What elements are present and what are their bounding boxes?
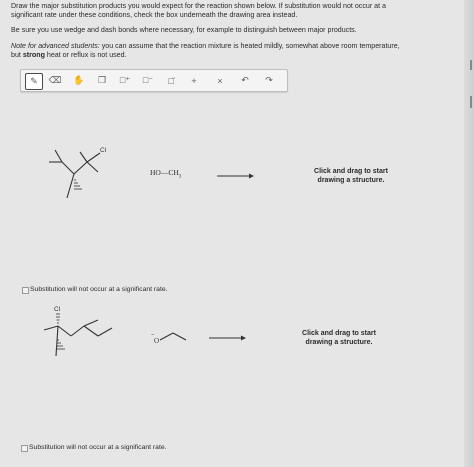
eraser-icon[interactable]: ⌫ bbox=[47, 73, 63, 88]
reactant-2-bond bbox=[83, 319, 99, 327]
advanced-note-strong: strong bbox=[22, 51, 45, 59]
reaction-2-arrow bbox=[209, 335, 246, 341]
reactant-2-bond bbox=[57, 325, 72, 337]
plus-charge-glyph: □⁺ bbox=[119, 75, 131, 85]
right-edge-mark bbox=[470, 96, 472, 108]
copy-icon[interactable]: ❐ bbox=[94, 73, 110, 88]
instructions-text: Draw the major substitution products you… bbox=[11, 2, 461, 20]
undo-glyph: ↶ bbox=[241, 75, 249, 85]
hashed-wedge-bond bbox=[74, 179, 82, 190]
nucleophile-2: − O bbox=[151, 332, 187, 345]
instruction-line-2: significant rate under these conditions,… bbox=[11, 11, 298, 19]
reactant-2-bond bbox=[83, 325, 99, 337]
reactant-2-molecule: Cl bbox=[43, 306, 113, 357]
no-substitution-label-2: Substitution will not occur at a signifi… bbox=[29, 444, 167, 451]
nucleophile-2-atom: O bbox=[154, 337, 159, 345]
reactant-2-bond bbox=[70, 325, 85, 337]
reactant-1-bond bbox=[79, 151, 88, 163]
right-edge-strip bbox=[464, 0, 474, 467]
no-substitution-checkbox-2[interactable] bbox=[21, 445, 28, 452]
no-substitution-checkbox-1[interactable] bbox=[22, 287, 29, 294]
lone-pair-icon[interactable]: □̈ bbox=[163, 73, 179, 88]
drawing-area-2-prompt-line1: Click and drag to start bbox=[302, 330, 376, 337]
reactant-2-bond bbox=[97, 327, 113, 337]
reactant-1-bond bbox=[86, 161, 99, 173]
eraser-glyph: ⌫ bbox=[48, 75, 62, 85]
redo-glyph: ↷ bbox=[265, 75, 273, 85]
drawing-area-2-prompt-line2: drawing a structure. bbox=[305, 338, 373, 346]
reactant-2-bond bbox=[55, 325, 59, 357]
advanced-note-line2-post: heat or reflux is not used. bbox=[44, 51, 127, 59]
close-glyph: × bbox=[217, 75, 223, 86]
close-icon[interactable]: × bbox=[212, 73, 228, 88]
drawing-area-1-prompt-line2: drawing a structure. bbox=[317, 176, 385, 184]
reactant-1-molecule: Cl bbox=[49, 147, 107, 199]
lone-pair-glyph: □̈ bbox=[168, 75, 174, 86]
plus-icon[interactable]: + bbox=[186, 73, 202, 88]
minus-charge-icon[interactable]: □⁻ bbox=[140, 73, 156, 88]
plus-charge-icon[interactable]: □⁺ bbox=[117, 73, 133, 88]
reactant-1-bond bbox=[61, 161, 75, 175]
redo-icon[interactable]: ↷ bbox=[261, 73, 277, 88]
reactant-1-bond bbox=[73, 161, 88, 175]
hashed-wedge-bond bbox=[57, 339, 65, 350]
drawing-area-1-prompt[interactable]: Click and drag to start drawing a struct… bbox=[296, 168, 406, 185]
advanced-note-label: Note for advanced students: bbox=[11, 42, 100, 50]
advanced-note: Note for advanced students: you can assu… bbox=[11, 42, 461, 60]
drawing-area-2-prompt[interactable]: Click and drag to start drawing a struct… bbox=[284, 330, 394, 347]
right-edge-mark bbox=[470, 60, 472, 70]
reactant-1-bond bbox=[54, 149, 63, 163]
no-substitution-label-1: Substitution will not occur at a signifi… bbox=[30, 286, 168, 293]
reaction-1-arrow bbox=[217, 173, 254, 179]
advanced-note-line2-pre: but bbox=[11, 51, 23, 59]
nucleophile-2-bond bbox=[159, 332, 174, 341]
nucleophile-2-bond bbox=[172, 332, 187, 341]
pencil-glyph: ✎ bbox=[30, 76, 38, 86]
reagent-1-subscript: 3 bbox=[178, 174, 182, 180]
reactant-1-bond bbox=[86, 152, 101, 163]
reactant-1-bond bbox=[66, 173, 75, 199]
reagent-1: HO—CH3 bbox=[150, 168, 181, 180]
drawing-area-1-prompt-line1: Click and drag to start bbox=[314, 168, 388, 175]
minus-charge-glyph: □⁻ bbox=[142, 75, 154, 85]
instruction-line-1: Draw the major substitution products you… bbox=[11, 2, 386, 10]
reactant-2-bond bbox=[43, 325, 59, 331]
wedge-dash-instruction: Be sure you use wedge and dash bonds whe… bbox=[11, 26, 357, 34]
copy-glyph: ❐ bbox=[97, 75, 107, 85]
reactant-2-substituent: Cl bbox=[54, 306, 61, 313]
reactant-1-substituent: Cl bbox=[100, 147, 107, 154]
reagent-1-formula: HO—CH bbox=[150, 168, 179, 177]
undo-icon[interactable]: ↶ bbox=[237, 73, 253, 88]
hand-glyph: ✋ bbox=[73, 75, 85, 85]
drawing-toolbar: ✎ ⌫ ✋ ❐ □⁺ □⁻ □̈ + × ↶ ↷ bbox=[20, 69, 288, 92]
advanced-note-text: you can assume that the reaction mixture… bbox=[99, 42, 400, 50]
plus-glyph: + bbox=[191, 75, 197, 86]
pencil-icon[interactable]: ✎ bbox=[25, 73, 43, 90]
hand-icon[interactable]: ✋ bbox=[71, 73, 87, 88]
hashed-wedge-bond bbox=[56, 313, 60, 324]
